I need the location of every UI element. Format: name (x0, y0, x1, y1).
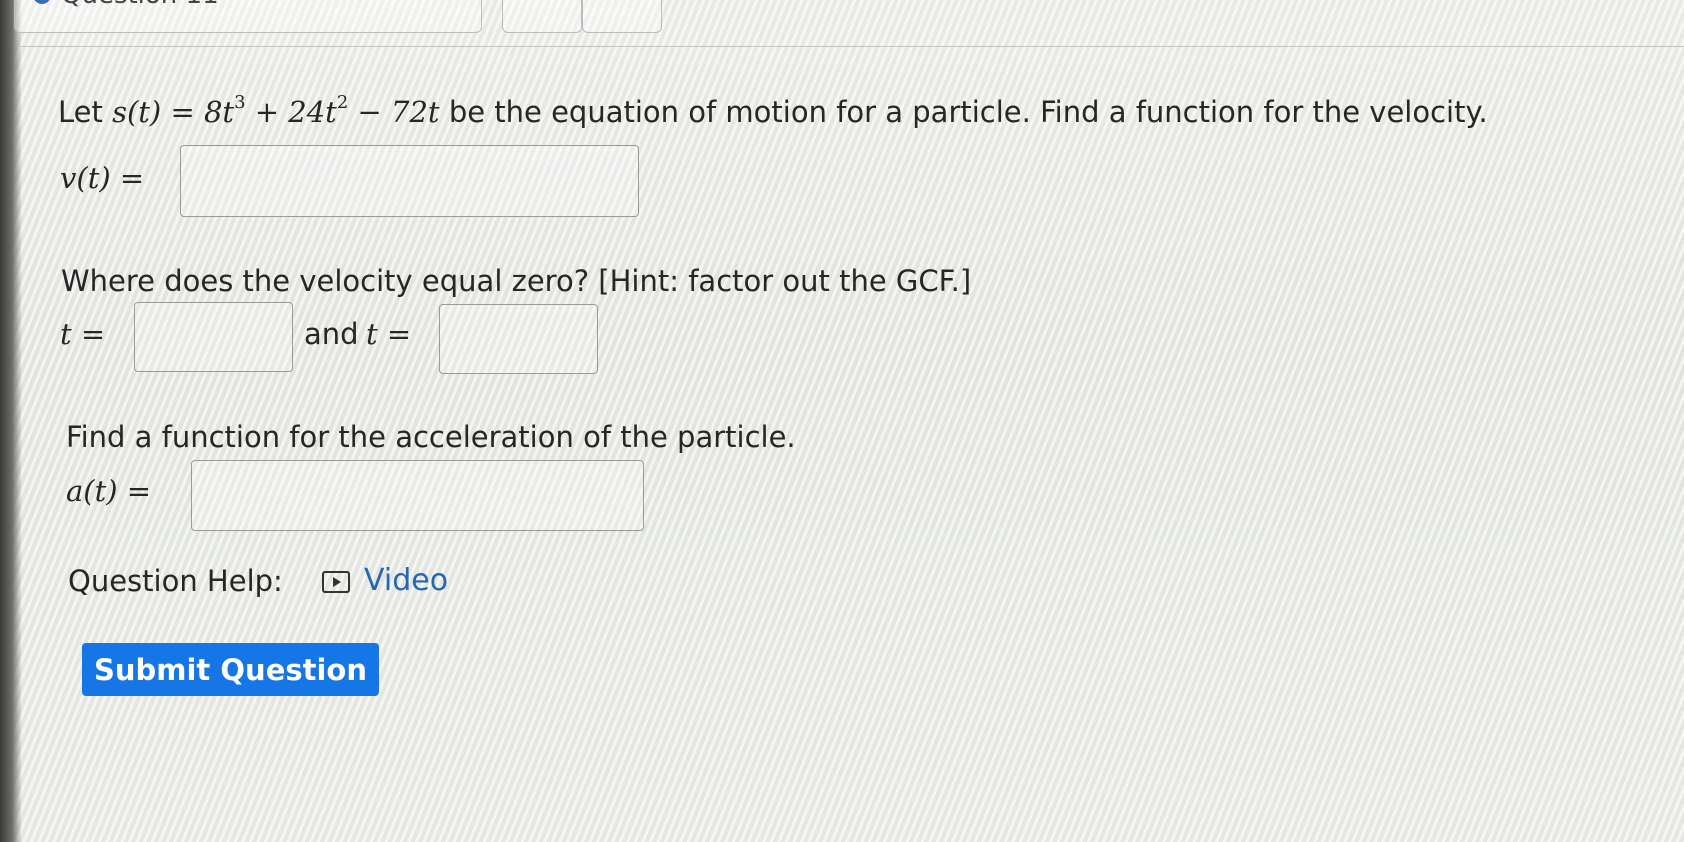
status-dot-icon (33, 0, 51, 4)
and-word: and (304, 317, 359, 351)
let-word: Let (58, 95, 103, 129)
problem-text: be the equation of motion for a particle… (448, 95, 1488, 129)
position-equation: s(t) = 8t3 + 24t2 − 72t (112, 92, 440, 130)
velocity-input[interactable] (180, 145, 639, 217)
acceleration-label: a(t) = (66, 474, 152, 508)
t2-input[interactable] (439, 304, 598, 374)
t2-label: t = (366, 317, 412, 351)
previous-question-button[interactable] (502, 0, 582, 33)
question-title: Question 11 (61, 0, 219, 10)
tab-question[interactable]: Question 11 (14, 0, 482, 33)
submit-question-button[interactable]: Submit Question (82, 643, 379, 696)
screen-edge-shadow (0, 0, 22, 842)
t1-label: t = (60, 317, 106, 351)
video-link[interactable]: Video (364, 563, 448, 599)
question-help-label: Question Help: (68, 564, 283, 598)
acceleration-prompt: Find a function for the acceleration of … (66, 420, 796, 454)
t1-input[interactable] (134, 302, 293, 372)
next-question-button[interactable] (582, 0, 662, 33)
problem-statement: Let s(t) = 8t3 + 24t2 − 72t be the equat… (58, 94, 1488, 130)
header-divider (20, 46, 1684, 47)
velocity-label: v(t) = (60, 161, 145, 195)
acceleration-input[interactable] (191, 460, 644, 531)
video-play-icon[interactable] (322, 571, 350, 593)
zero-velocity-prompt: Where does the velocity equal zero? [Hin… (61, 264, 972, 298)
